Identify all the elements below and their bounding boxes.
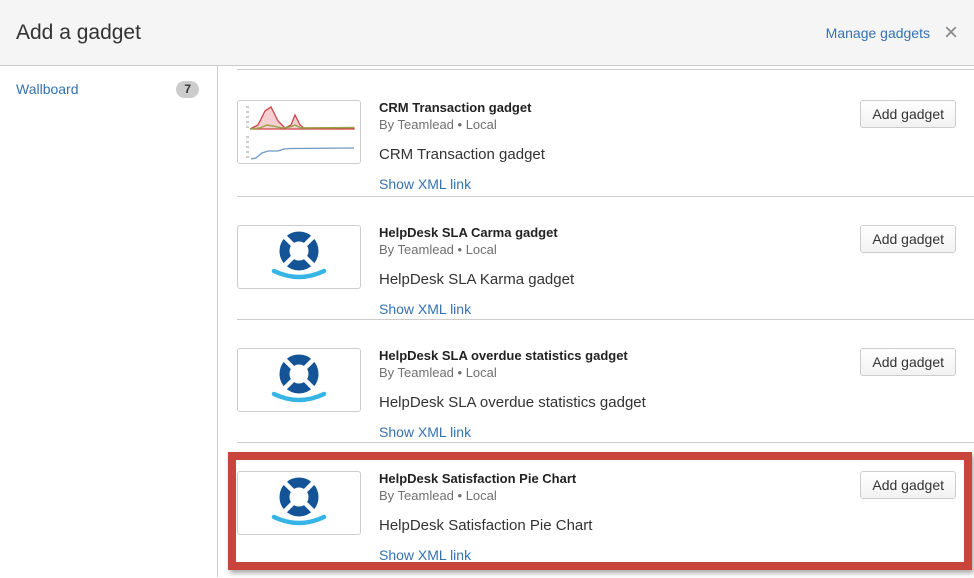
gadget-description: CRM Transaction gadget [379, 146, 860, 164]
add-gadget-button[interactable]: Add gadget [860, 225, 956, 253]
lifesaver-icon [238, 226, 360, 288]
page-title: Add a gadget [16, 21, 141, 45]
count-badge: 7 [176, 81, 199, 98]
gadget-list-item: HelpDesk SLA overdue statistics gadget B… [237, 319, 974, 442]
gadget-title: HelpDesk Satisfaction Pie Chart [379, 471, 860, 487]
gadget-list-item-highlighted: HelpDesk Satisfaction Pie Chart By Teaml… [237, 442, 974, 565]
gadget-description: HelpDesk Satisfaction Pie Chart [379, 517, 860, 535]
sidebar-item-label: Wallboard [16, 81, 79, 97]
dialog-header: Add a gadget Manage gadgets × [0, 0, 974, 66]
sidebar-item-wallboard[interactable]: Wallboard 7 [0, 76, 217, 102]
show-xml-link[interactable]: Show XML link [379, 176, 471, 192]
gadget-list: CRM Transaction gadget By Teamlead • Loc… [218, 66, 974, 577]
gadget-thumbnail [237, 225, 361, 289]
gadget-byline: By Teamlead • Local [379, 364, 860, 381]
gadget-thumbnail [237, 471, 361, 535]
show-xml-link[interactable]: Show XML link [379, 424, 471, 440]
lifesaver-icon [238, 472, 360, 534]
gadget-byline: By Teamlead • Local [379, 116, 860, 133]
gadget-thumbnail [237, 348, 361, 412]
close-icon[interactable]: × [944, 23, 958, 43]
show-xml-link[interactable]: Show XML link [379, 547, 471, 563]
show-xml-link[interactable]: Show XML link [379, 301, 471, 317]
add-gadget-button[interactable]: Add gadget [860, 348, 956, 376]
manage-gadgets-link[interactable]: Manage gadgets [826, 25, 930, 41]
gadget-byline: By Teamlead • Local [379, 487, 860, 504]
gadget-description: HelpDesk SLA Karma gadget [379, 271, 860, 289]
gadget-description: HelpDesk SLA overdue statistics gadget [379, 394, 860, 412]
gadget-list-item: CRM Transaction gadget By Teamlead • Loc… [237, 69, 974, 196]
lifesaver-icon [238, 349, 360, 411]
category-sidebar: Wallboard 7 [0, 66, 218, 577]
gadget-title: CRM Transaction gadget [379, 100, 860, 116]
gadget-title: HelpDesk SLA Carma gadget [379, 225, 860, 241]
gadget-title: HelpDesk SLA overdue statistics gadget [379, 348, 860, 364]
crm-chart-thumbnail [237, 100, 361, 164]
add-gadget-button[interactable]: Add gadget [860, 471, 956, 499]
gadget-list-item: HelpDesk SLA Carma gadget By Teamlead • … [237, 196, 974, 319]
line-area-chart-icon [238, 101, 360, 163]
gadget-byline: By Teamlead • Local [379, 241, 860, 258]
add-gadget-button[interactable]: Add gadget [860, 100, 956, 128]
